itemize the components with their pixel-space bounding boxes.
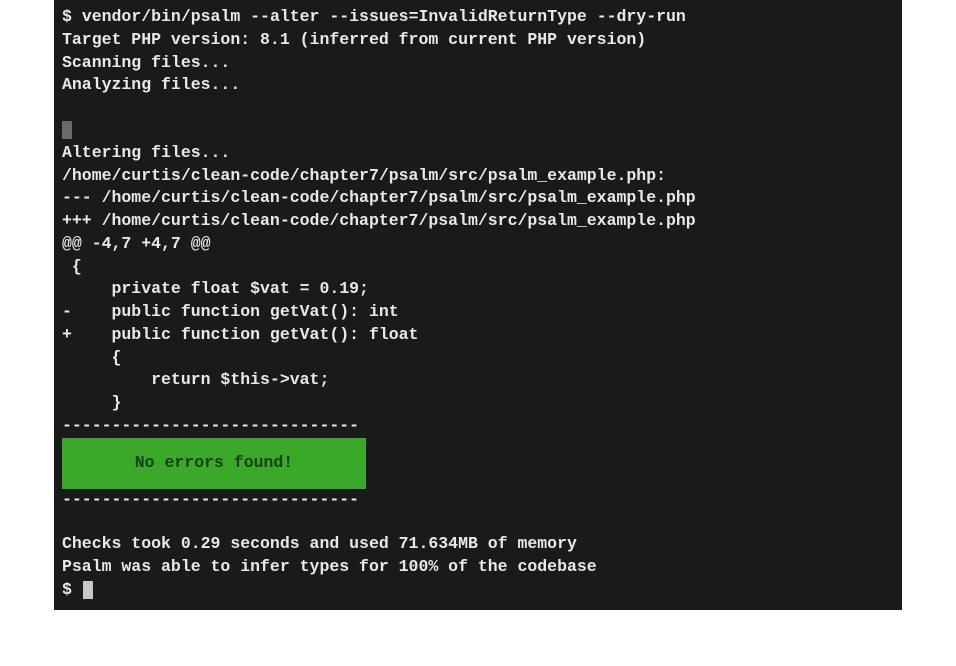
success-text: No errors found! (135, 453, 293, 472)
command-text: vendor/bin/psalm --alter --issues=Invali… (82, 7, 686, 26)
mid-cursor-line (54, 119, 902, 142)
ctx-vat-field: private float $vat = 0.19; (54, 278, 902, 301)
infer-line: Psalm was able to infer types for 100% o… (54, 556, 902, 579)
command-line: $ vendor/bin/psalm --alter --issues=Inva… (54, 6, 902, 29)
dash-separator-top: ------------------------------ (54, 415, 902, 438)
diff-removed: - public function getVat(): int (54, 301, 902, 324)
diff-minus-file: --- /home/curtis/clean-code/chapter7/psa… (54, 187, 902, 210)
success-banner: No errors found! (62, 438, 366, 489)
checks-line: Checks took 0.29 seconds and used 71.634… (54, 533, 902, 556)
diff-added: + public function getVat(): float (54, 324, 902, 347)
blank-line-2 (54, 511, 902, 533)
cursor-icon (83, 581, 93, 599)
output-altering: Altering files... (54, 142, 902, 165)
ctx-brace-open: { (54, 256, 902, 279)
output-scanning: Scanning files... (54, 52, 902, 75)
prompt-symbol: $ (62, 7, 72, 26)
ctx-method-close: } (54, 392, 902, 415)
terminal-window[interactable]: $ vendor/bin/psalm --alter --issues=Inva… (54, 0, 902, 610)
ctx-return: return $this->vat; (54, 369, 902, 392)
diff-plus-file: +++ /home/curtis/clean-code/chapter7/psa… (54, 210, 902, 233)
prompt-ready[interactable]: $ (54, 579, 902, 602)
output-filepath: /home/curtis/clean-code/chapter7/psalm/s… (54, 165, 902, 188)
hunk-header: @@ -4,7 +4,7 @@ (54, 233, 902, 256)
dash-separator-bottom: ------------------------------ (54, 489, 902, 512)
inactive-cursor-block (62, 121, 72, 139)
output-analyzing: Analyzing files... (54, 74, 902, 97)
blank-line (54, 97, 902, 119)
output-target: Target PHP version: 8.1 (inferred from c… (54, 29, 902, 52)
prompt-symbol-2: $ (62, 580, 72, 599)
ctx-method-open: { (54, 347, 902, 370)
